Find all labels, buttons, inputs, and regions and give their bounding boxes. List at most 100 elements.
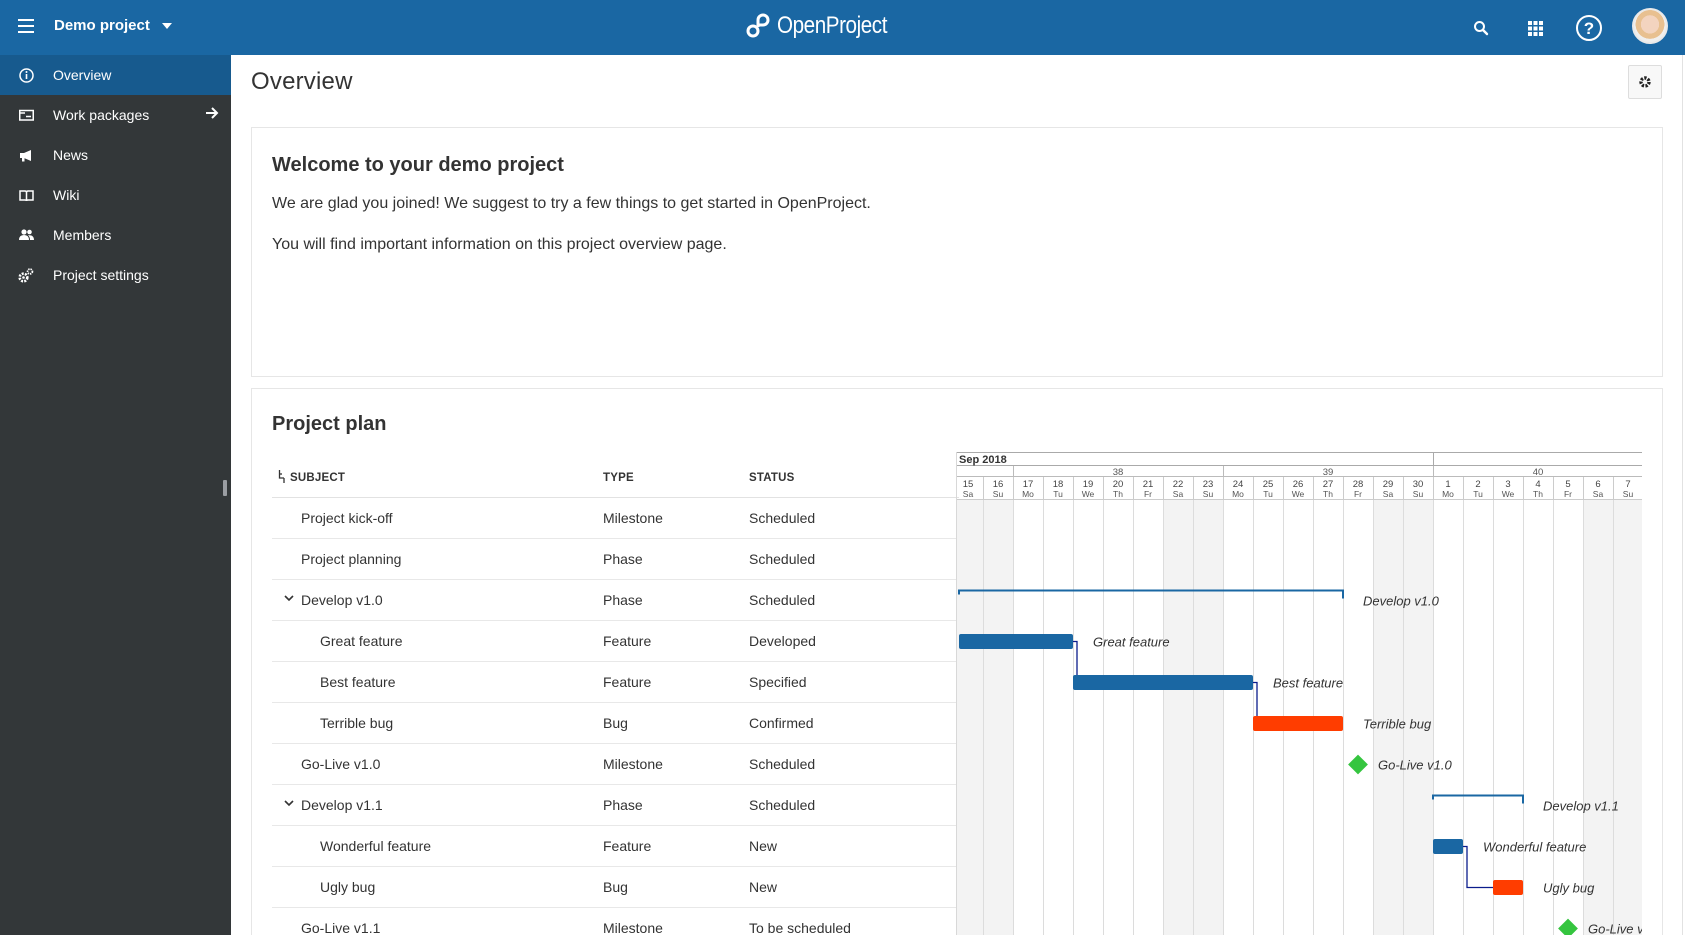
weekday-label: Tu bbox=[1263, 489, 1273, 499]
cell-subject[interactable]: Project kick-off bbox=[301, 510, 393, 526]
sidebar-item-label: Project settings bbox=[53, 267, 149, 283]
gantt-chart: Sep 201838394015Sa16Su17Mo18Tu19We20Th21… bbox=[956, 452, 1642, 935]
table-row[interactable]: Terrible bug Bug Confirmed bbox=[272, 703, 959, 744]
cell-subject[interactable]: Develop v1.0 bbox=[301, 592, 383, 608]
table-row[interactable]: Go-Live v1.1 Milestone To be scheduled bbox=[272, 908, 959, 935]
project-selector[interactable]: Demo project bbox=[54, 17, 172, 34]
welcome-widget: Welcome to your demo project We are glad… bbox=[251, 127, 1663, 377]
avatar[interactable] bbox=[1632, 8, 1668, 44]
cell-type: Milestone bbox=[603, 756, 663, 772]
weekday-label: Sa bbox=[963, 489, 974, 499]
weekday-label: We bbox=[1502, 489, 1515, 499]
gantt-bar[interactable] bbox=[1073, 675, 1253, 690]
help-icon[interactable]: ? bbox=[1574, 13, 1604, 43]
logo-icon bbox=[745, 13, 771, 39]
arrow-right-icon[interactable] bbox=[205, 106, 219, 124]
grid-icon[interactable] bbox=[1520, 13, 1550, 43]
table-row[interactable]: Ugly bug Bug New bbox=[272, 867, 959, 908]
phase-bracket[interactable] bbox=[1433, 796, 1523, 804]
sidebar: Overview Work packages News Wiki Members… bbox=[0, 55, 231, 935]
cell-status: Confirmed bbox=[749, 715, 814, 731]
weekend-column bbox=[957, 500, 983, 935]
welcome-title: Welcome to your demo project bbox=[272, 154, 564, 177]
gantt-bar-label: Best feature bbox=[1273, 676, 1343, 691]
gantt-bar[interactable] bbox=[1493, 880, 1523, 895]
table-row[interactable]: Best featureFeatureSpecified bbox=[272, 662, 959, 703]
cell-type: Bug bbox=[603, 715, 628, 731]
cell-type: Feature bbox=[603, 838, 651, 854]
sidebar-resize-handle[interactable] bbox=[223, 480, 227, 496]
cell-subject[interactable]: Ugly bug bbox=[320, 879, 375, 895]
gantt-bar-label: Great feature bbox=[1093, 635, 1170, 650]
page-settings-button[interactable] bbox=[1628, 65, 1662, 99]
weekday-label: Mo bbox=[1442, 489, 1454, 499]
table-row[interactable]: Project kick-offMilestoneScheduled bbox=[272, 498, 959, 539]
cell-subject[interactable]: Go-Live v1.0 bbox=[301, 756, 380, 772]
project-name: Demo project bbox=[54, 17, 150, 34]
column-header-subject[interactable]: SUBJECT bbox=[290, 472, 345, 484]
openproject-logo[interactable]: OpenProject bbox=[745, 12, 905, 40]
weekday-label: Sa bbox=[1173, 489, 1184, 499]
cell-subject[interactable]: Great feature bbox=[320, 633, 403, 649]
milestone-diamond[interactable] bbox=[1558, 919, 1578, 935]
weekend-column bbox=[1163, 500, 1193, 935]
gantt-bar[interactable] bbox=[959, 634, 1073, 649]
table-row[interactable]: Develop v1.1PhaseScheduled bbox=[272, 785, 959, 826]
chevron-down-icon[interactable] bbox=[284, 593, 294, 603]
page-scrollbar[interactable] bbox=[1682, 55, 1683, 935]
cell-type: Feature bbox=[603, 674, 651, 690]
week-label: 38 bbox=[1113, 467, 1124, 478]
phase-bracket[interactable] bbox=[959, 591, 1343, 599]
milestone-diamond[interactable] bbox=[1348, 755, 1368, 775]
work-packages-icon bbox=[18, 107, 34, 123]
sidebar-item-news[interactable]: News bbox=[0, 135, 231, 175]
gear-icon bbox=[1638, 75, 1652, 89]
sidebar-item-overview[interactable]: Overview bbox=[0, 55, 231, 95]
cell-type: Bug bbox=[603, 879, 628, 895]
table-row[interactable]: Go-Live v1.0MilestoneScheduled bbox=[272, 744, 959, 785]
table-row[interactable]: Develop v1.0PhaseScheduled bbox=[272, 580, 959, 621]
table-row[interactable]: Wonderful feature Feature New bbox=[272, 826, 959, 867]
gantt-bar[interactable] bbox=[1433, 839, 1463, 854]
cell-subject[interactable]: Develop v1.1 bbox=[301, 797, 383, 813]
page-title: Overview bbox=[251, 68, 353, 96]
sidebar-item-work-packages[interactable]: Work packages bbox=[0, 95, 231, 135]
hierarchy-toggle-icon[interactable] bbox=[278, 470, 286, 483]
column-header-type[interactable]: TYPE bbox=[603, 472, 634, 484]
table-header-row: SUBJECT TYPE STATUS bbox=[272, 456, 959, 498]
weekday-label: Th bbox=[1533, 489, 1543, 499]
cell-subject[interactable]: Terrible bug bbox=[320, 715, 393, 731]
chevron-down-icon[interactable] bbox=[284, 798, 294, 808]
hamburger-menu-icon[interactable] bbox=[18, 19, 34, 33]
cell-status: To be scheduled bbox=[749, 920, 851, 935]
sidebar-item-label: Overview bbox=[53, 67, 111, 83]
welcome-text-2: You will find important information on t… bbox=[272, 236, 727, 254]
search-icon[interactable] bbox=[1466, 13, 1496, 43]
cell-type: Phase bbox=[603, 797, 643, 813]
cell-subject[interactable]: Go-Live v1.1 bbox=[301, 920, 380, 935]
sidebar-item-members[interactable]: Members bbox=[0, 215, 231, 255]
svg-text:?: ? bbox=[1584, 19, 1594, 38]
cell-subject[interactable]: Wonderful feature bbox=[320, 838, 431, 854]
gantt-bar-label: Go-Live v1.0 bbox=[1378, 758, 1452, 773]
table-row[interactable]: Project planningPhaseScheduled bbox=[272, 539, 959, 580]
gantt-bar-label: Wonderful feature bbox=[1483, 840, 1586, 855]
weekend-column bbox=[1583, 500, 1613, 935]
column-header-status[interactable]: STATUS bbox=[749, 472, 795, 484]
weekday-label: Mo bbox=[1232, 489, 1244, 499]
weekday-label: Th bbox=[1323, 489, 1333, 499]
cell-status: Developed bbox=[749, 633, 816, 649]
sidebar-item-label: Wiki bbox=[53, 187, 79, 203]
weekday-label: Fr bbox=[1564, 489, 1572, 499]
cell-status: New bbox=[749, 838, 777, 854]
gantt-bar-label: Go-Live v1.1 bbox=[1588, 922, 1642, 935]
sidebar-item-wiki[interactable]: Wiki bbox=[0, 175, 231, 215]
table-row[interactable]: Great featureFeatureDeveloped bbox=[272, 621, 959, 662]
cell-subject[interactable]: Best feature bbox=[320, 674, 396, 690]
gantt-bar[interactable] bbox=[1253, 716, 1343, 731]
cell-status: New bbox=[749, 879, 777, 895]
sidebar-item-project-settings[interactable]: Project settings bbox=[0, 255, 231, 295]
info-icon bbox=[18, 67, 34, 83]
cell-type: Milestone bbox=[603, 920, 663, 935]
cell-subject[interactable]: Project planning bbox=[301, 551, 401, 567]
